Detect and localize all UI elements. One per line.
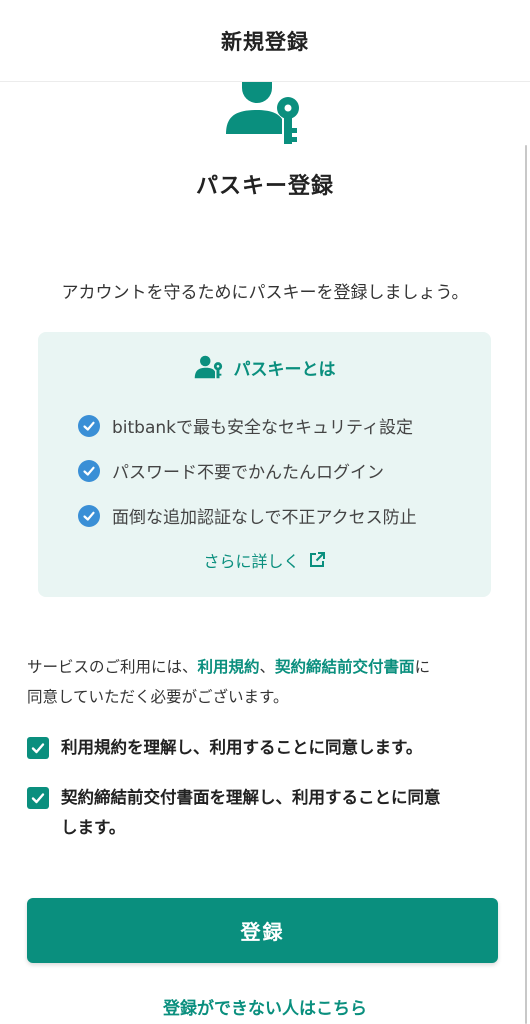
feature-item: bitbankで最も安全なセキュリティ設定 bbox=[78, 413, 413, 438]
app-header: 新規登録 bbox=[0, 0, 530, 82]
learn-more-label: さらに詳しく bbox=[203, 552, 300, 571]
terms-suffix: に bbox=[414, 658, 431, 676]
terms-separator: 、 bbox=[259, 658, 276, 676]
terms-suffix-line2: 同意していただく必要がございます。 bbox=[27, 688, 289, 706]
check-circle-icon bbox=[78, 414, 100, 437]
agree-document-label-line1: 契約締結前交付書面を理解し、利用することに同意 bbox=[61, 788, 441, 807]
page-heading: パスキー登録 bbox=[195, 174, 334, 199]
user-key-icon bbox=[194, 355, 222, 379]
checkbox-checked-icon[interactable] bbox=[27, 737, 49, 759]
page-title: 新規登録 bbox=[221, 29, 309, 54]
pre-contract-document-link[interactable]: 契約締結前交付書面 bbox=[275, 658, 415, 676]
learn-more-link[interactable]: さらに詳しく bbox=[38, 548, 491, 572]
feature-text: パスワード不要でかんたんログイン bbox=[112, 463, 384, 483]
feature-item: 面倒な追加認証なしで不正アクセス防止 bbox=[78, 503, 417, 528]
info-title-text: パスキーとは bbox=[233, 359, 336, 380]
feature-item: パスワード不要でかんたんログイン bbox=[78, 458, 384, 483]
feature-text: 面倒な追加認証なしで不正アクセス防止 bbox=[112, 508, 417, 528]
cannot-register-link[interactable]: 登録ができない人はこちら bbox=[0, 994, 530, 1019]
register-button[interactable]: 登録 bbox=[27, 898, 498, 963]
external-link-icon bbox=[309, 552, 325, 567]
passkey-info-box: パスキーとは bitbankで最も安全なセキュリティ設定 パスワード不要でかんた… bbox=[38, 332, 491, 597]
terms-prefix: サービスのご利用には、 bbox=[27, 658, 198, 676]
agree-terms-label: 利用規約を理解し、利用することに同意します。 bbox=[61, 738, 423, 757]
feature-text: bitbankで最も安全なセキュリティ設定 bbox=[112, 418, 413, 438]
agree-document-label: 契約締結前交付書面を理解し、利用することに同意 します。 bbox=[61, 783, 441, 843]
check-circle-icon bbox=[78, 459, 100, 482]
scrollbar[interactable] bbox=[525, 145, 527, 1024]
agree-document-label-line2: します。 bbox=[61, 818, 126, 837]
agree-document-checkbox-row[interactable]: 契約締結前交付書面を理解し、利用することに同意 します。 bbox=[27, 783, 441, 843]
agree-terms-checkbox-row[interactable]: 利用規約を理解し、利用することに同意します。 bbox=[27, 733, 422, 763]
info-title: パスキーとは bbox=[38, 354, 491, 380]
check-circle-icon bbox=[78, 504, 100, 527]
terms-notice: サービスのご利用には、利用規約、契約締結前交付書面に 同意していただく必要がござ… bbox=[27, 652, 507, 712]
user-key-icon bbox=[226, 82, 299, 144]
intro-text: アカウントを守るためにパスキーを登録しましょう。 bbox=[61, 283, 469, 303]
checkbox-checked-icon[interactable] bbox=[27, 787, 49, 809]
terms-of-use-link[interactable]: 利用規約 bbox=[198, 658, 260, 676]
